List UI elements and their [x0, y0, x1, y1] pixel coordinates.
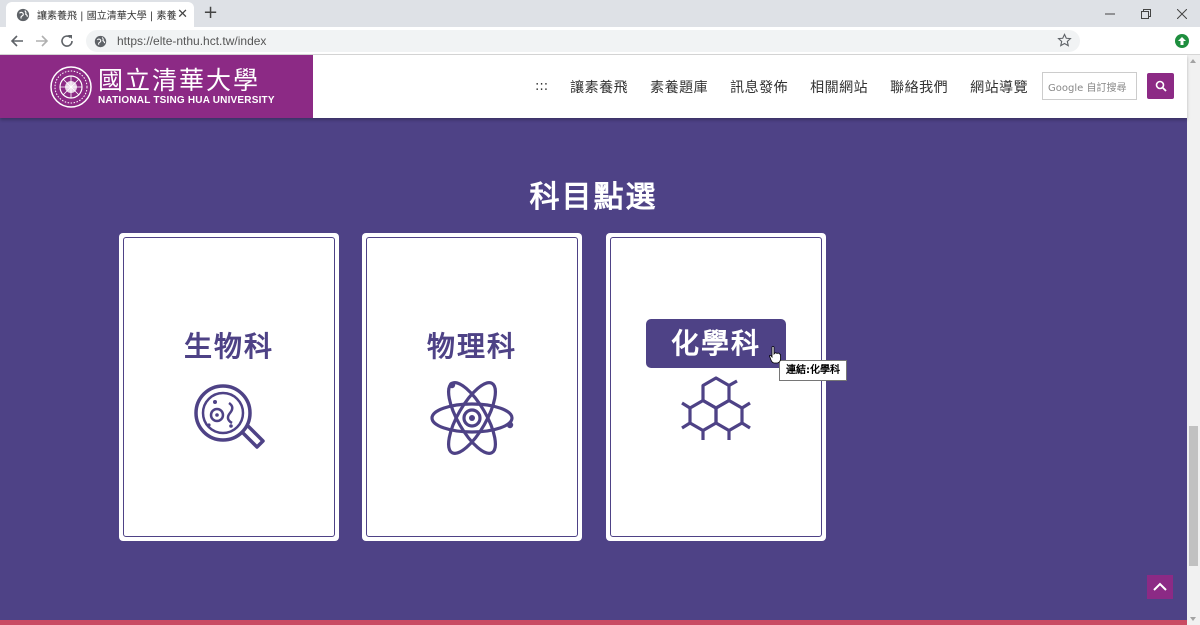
forward-button[interactable] — [33, 32, 51, 50]
extension-icon[interactable] — [1175, 34, 1189, 48]
scroll-thumb[interactable] — [1189, 426, 1198, 566]
section-title: 科目點選 — [529, 180, 658, 215]
browser-tab[interactable]: 讓素養飛 | 國立清華大學 | 素養題 ✕ — [6, 2, 194, 27]
browser-tab-bar: 讓素養飛 | 國立清華大學 | 素養題 ✕ + — [0, 0, 1200, 27]
arrow-right-icon — [36, 35, 49, 47]
nav-item-links[interactable]: 相關網站 — [810, 77, 868, 97]
search-button[interactable] — [1147, 73, 1174, 99]
globe-icon — [94, 35, 107, 47]
site-logo[interactable]: 國立清華大學 NATIONAL TSING HUA UNIVERSITY — [0, 55, 313, 118]
search-input[interactable]: Google 自訂搜尋 — [1042, 72, 1137, 100]
subject-section: 科目點選 生物科 物理科 化學科 — [0, 118, 1187, 620]
subject-label-biology: 生物科 — [183, 330, 274, 363]
subject-label-chemistry: 化學科 — [646, 319, 786, 368]
logo-text: 國立清華大學 NATIONAL TSING HUA UNIVERSITY — [98, 65, 275, 107]
chevron-up-icon — [1153, 582, 1167, 591]
subject-card-biology[interactable]: 生物科 — [119, 233, 339, 541]
page-scrollbar[interactable] — [1187, 55, 1200, 625]
plus-icon[interactable]: + — [203, 3, 218, 23]
arrow-up-icon — [1178, 37, 1186, 45]
search-icon — [1155, 80, 1167, 92]
nav-item-sitemap[interactable]: 網站導覽 — [970, 77, 1028, 97]
nav-item-literacy[interactable]: 讓素養飛 — [570, 77, 628, 97]
search-placeholder: Google 自訂搜尋 — [1048, 82, 1127, 94]
minimize-button[interactable] — [1092, 0, 1128, 27]
window-close-button[interactable] — [1164, 0, 1200, 27]
atom-icon — [430, 381, 514, 455]
scroll-up-arrow-icon[interactable] — [1190, 59, 1196, 63]
logo-english: NATIONAL TSING HUA UNIVERSITY — [98, 94, 275, 106]
scroll-to-top-button[interactable] — [1147, 575, 1173, 599]
tab-title: 讓素養飛 | 國立清華大學 | 素養題 — [37, 11, 177, 22]
close-icon — [1177, 8, 1187, 19]
hand-cursor-icon — [769, 346, 781, 364]
site-header: 國立清華大學 NATIONAL TSING HUA UNIVERSITY :::… — [0, 55, 1187, 118]
reload-button[interactable] — [58, 32, 76, 50]
link-tooltip: 連結:化學科 — [779, 360, 847, 381]
main-nav: ::: 讓素養飛 素養題庫 訊息發佈 相關網站 聯絡我們 網站導覽 — [535, 55, 1050, 118]
university-seal-icon — [50, 65, 92, 108]
subject-card-chemistry[interactable]: 化學科 — [606, 233, 826, 541]
subject-label-physics: 物理科 — [426, 330, 517, 363]
microscope-cell-icon — [194, 384, 265, 449]
molecule-hexagon-icon — [681, 376, 751, 440]
restore-icon — [1141, 8, 1151, 19]
maximize-button[interactable] — [1128, 0, 1164, 27]
browser-toolbar: https://elte-nthu.hct.tw/index — [0, 27, 1200, 55]
subject-card-physics[interactable]: 物理科 — [362, 233, 582, 541]
nav-accesskey[interactable]: ::: — [535, 79, 548, 94]
nav-item-question-bank[interactable]: 素養題庫 — [650, 77, 708, 97]
globe-icon — [16, 8, 30, 21]
url-text: https://elte-nthu.hct.tw/index — [117, 34, 267, 48]
nav-item-news[interactable]: 訊息發佈 — [730, 77, 788, 97]
footer-strip — [0, 620, 1187, 625]
minimize-icon — [1105, 13, 1115, 14]
back-button[interactable] — [8, 32, 26, 50]
nav-item-contact[interactable]: 聯絡我們 — [890, 77, 948, 97]
address-bar[interactable]: https://elte-nthu.hct.tw/index — [86, 30, 1080, 52]
arrow-left-icon — [10, 35, 23, 47]
scroll-down-arrow-icon[interactable] — [1190, 617, 1196, 621]
logo-chinese: 國立清華大學 — [98, 65, 261, 95]
close-icon[interactable]: ✕ — [177, 8, 188, 21]
star-icon[interactable] — [1057, 33, 1072, 48]
reload-icon — [61, 35, 73, 47]
